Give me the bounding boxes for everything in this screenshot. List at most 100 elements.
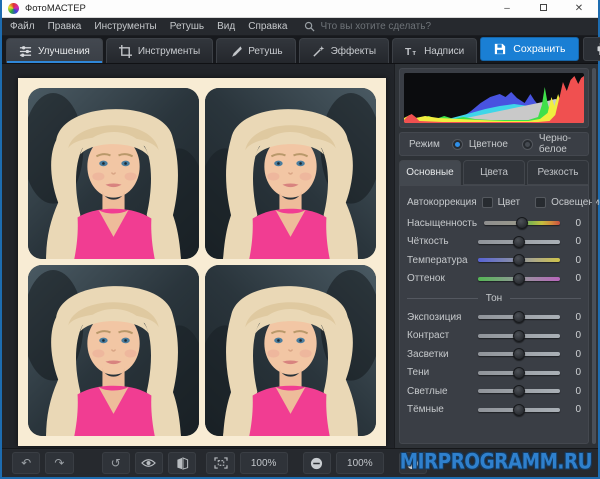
adjustments-panel: Режим Цветное Черно-белое Основные Цвета… [394, 64, 598, 448]
photo-canvas-area [2, 64, 394, 448]
autocorrection-label: Автокоррекция [407, 197, 477, 208]
tone-section-header: Тон [407, 289, 581, 307]
panel-tab-colors[interactable]: Цвета [463, 160, 525, 185]
checkbox-lighting[interactable] [535, 197, 546, 208]
slider-knob[interactable] [513, 385, 525, 397]
menu-retouch[interactable]: Ретушь [170, 21, 204, 32]
menu-edit[interactable]: Правка [48, 21, 82, 32]
global-search-input[interactable]: Что вы хотите сделать? [304, 21, 431, 32]
radio-bw-label[interactable]: Черно-белое [539, 133, 571, 155]
panel-scrollbar[interactable] [592, 68, 596, 444]
collage-photo-4 [205, 265, 376, 436]
radio-bw[interactable] [522, 139, 533, 150]
menu-help[interactable]: Справка [248, 21, 287, 32]
slider-knob[interactable] [513, 367, 525, 379]
slider-knob[interactable] [513, 254, 525, 266]
radio-color-label[interactable]: Цветное [469, 139, 508, 150]
panel-tab-basic[interactable]: Основные [399, 160, 461, 185]
slider-value: 0 [567, 330, 581, 341]
slider-track[interactable] [478, 236, 560, 248]
undo-icon: ↶ [21, 456, 31, 470]
search-placeholder: Что вы хотите сделать? [320, 21, 431, 32]
menu-file[interactable]: Файл [10, 21, 35, 32]
slider-label: Тени [407, 367, 471, 378]
slider-knob[interactable] [513, 404, 525, 416]
reset-button[interactable]: ↺ [102, 452, 130, 474]
slider-track[interactable] [478, 254, 560, 266]
tone-label: Тон [486, 293, 502, 304]
tool-tab-bar: Улучшения Инструменты Ретушь Эффекты T [2, 36, 598, 64]
photo-collage[interactable] [18, 78, 386, 446]
crop-icon [119, 45, 132, 58]
zoom-preset-button[interactable]: 100% [240, 452, 288, 474]
slider-track[interactable] [478, 311, 560, 323]
svg-text:т: т [412, 48, 416, 57]
slider-value: 0 [567, 312, 581, 323]
slider-track[interactable] [478, 367, 560, 379]
undo-button[interactable]: ↶ [12, 452, 40, 474]
slider-value: 0 [567, 349, 581, 360]
tab-effects[interactable]: Эффекты [299, 38, 389, 63]
slider-track[interactable] [478, 273, 560, 285]
minimize-button[interactable]: – [494, 1, 520, 17]
checkbox-color-label[interactable]: Цвет [498, 197, 520, 208]
slider-track[interactable] [478, 385, 560, 397]
slider-track[interactable] [478, 348, 560, 360]
menu-tools[interactable]: Инструменты [94, 21, 156, 32]
checkbox-color[interactable] [482, 197, 493, 208]
slider-value: 0 [567, 367, 581, 378]
slider-label: Контраст [407, 330, 471, 341]
slider-saturation: Насыщенность 0 [407, 214, 581, 233]
tab-captions[interactable]: T т Надписи [392, 38, 477, 63]
redo-button[interactable]: ↷ [45, 452, 73, 474]
zoom-level-display: 100% [336, 452, 384, 474]
slider-label: Насыщенность [407, 218, 477, 229]
slider-knob[interactable] [513, 236, 525, 248]
maximize-button[interactable] [530, 1, 556, 17]
search-icon [304, 21, 315, 32]
fit-screen-button[interactable] [206, 452, 234, 474]
slider-exposure: Экспозиция 0 [407, 308, 581, 327]
preview-button[interactable] [135, 452, 163, 474]
app-window: ФотоМАСТЕР – ✕ Файл Правка Инструменты Р… [0, 0, 600, 479]
tab-tools[interactable]: Инструменты [106, 38, 213, 63]
slider-track[interactable] [484, 217, 560, 229]
slider-knob[interactable] [513, 273, 525, 285]
print-button[interactable]: Печать [583, 37, 600, 61]
collage-photo-1 [28, 88, 199, 259]
reset-icon: ↺ [111, 456, 121, 470]
slider-label: Тёмные [407, 404, 471, 415]
slider-value: 0 [567, 273, 581, 284]
slider-knob[interactable] [513, 330, 525, 342]
mode-label: Режим [409, 139, 440, 150]
panel-tab-sharpness[interactable]: Резкость [527, 160, 589, 185]
slider-highlights: Засветки 0 [407, 345, 581, 364]
tab-enhancements[interactable]: Улучшения [6, 38, 103, 63]
save-button[interactable]: Сохранить [480, 37, 579, 61]
panel-tab-bar: Основные Цвета Резкость [399, 160, 589, 185]
slider-knob[interactable] [513, 348, 525, 360]
minus-icon [310, 457, 323, 470]
close-button[interactable]: ✕ [566, 1, 592, 17]
tab-retouch[interactable]: Ретушь [216, 38, 295, 63]
slider-shadows: Тени 0 [407, 364, 581, 383]
eye-icon [141, 458, 156, 468]
histogram [399, 68, 589, 128]
slider-knob[interactable] [513, 311, 525, 323]
slider-contrast: Контраст 0 [407, 327, 581, 346]
slider-label: Засветки [407, 349, 471, 360]
slider-label: Температура [407, 255, 471, 266]
slider-track[interactable] [478, 404, 560, 416]
watermark: MIRPROGRAMM.RU [400, 448, 592, 474]
slider-knob[interactable] [516, 217, 528, 229]
slider-label: Чёткость [407, 236, 471, 247]
radio-color[interactable] [452, 139, 463, 150]
menu-view[interactable]: Вид [217, 21, 235, 32]
slider-value: 0 [567, 236, 581, 247]
compare-button[interactable] [168, 452, 196, 474]
tab-label: Инструменты [138, 46, 200, 57]
sliders-panel: Автокоррекция Цвет Освещение Насыщенност… [399, 185, 589, 444]
zoom-out-button[interactable] [303, 452, 331, 474]
slider-track[interactable] [478, 330, 560, 342]
histogram-chart [404, 73, 584, 123]
